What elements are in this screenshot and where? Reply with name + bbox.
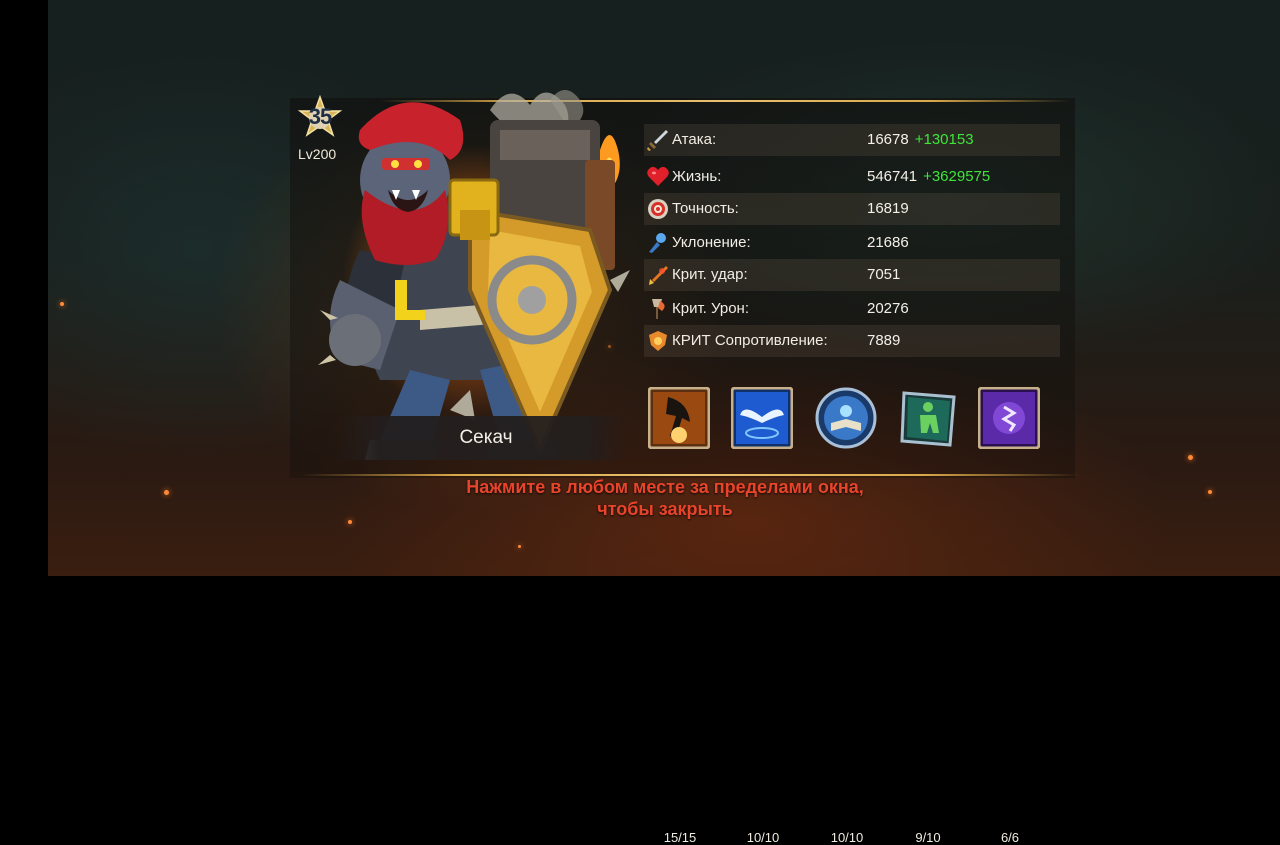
stat-value: 16819	[867, 200, 909, 217]
stat-label: Атака:	[672, 131, 717, 148]
stat-row-attack: Атака: 16678 +130153	[644, 124, 1060, 156]
winged-aura-skill-icon	[731, 387, 793, 449]
evasion-icon	[649, 233, 666, 253]
skill-slot-5[interactable]: 6/6	[975, 387, 1045, 845]
stat-row-accuracy: Точность: 16819	[644, 193, 1060, 225]
stat-bonus: +130153	[914, 131, 974, 148]
stat-label: Жизнь:	[672, 168, 722, 185]
skill-level: 9/10	[915, 830, 941, 845]
stat-bonus: +3629575	[923, 168, 991, 185]
stat-value: 7889	[867, 332, 901, 349]
sword-icon	[647, 130, 668, 151]
heart-icon	[647, 166, 669, 186]
target-icon	[648, 199, 668, 219]
book-skill-icon	[815, 387, 877, 449]
ember-particle	[518, 545, 521, 548]
stat-row-crit-strike: Крит. удар: 7051	[644, 259, 1060, 291]
stat-row-life: Жизнь: 546741 +3629575	[644, 161, 1060, 193]
ember-particle	[1188, 455, 1193, 460]
stat-label: КРИТ Сопротивление:	[672, 332, 828, 349]
stat-value: 20276	[867, 300, 909, 317]
skill-level: 6/6	[1000, 830, 1020, 845]
skill-slot-3[interactable]: 10/10	[812, 387, 882, 845]
skill-slot-1[interactable]: 15/15	[645, 387, 715, 845]
ember-particle	[348, 520, 352, 524]
stat-row-evasion: Уклонение: 21686	[644, 227, 1060, 259]
stat-value: 7051	[867, 266, 901, 283]
stat-value: 546741 +3629575	[867, 168, 991, 185]
close-hint: Нажмите в любом месте за пределами окна,…	[400, 476, 930, 520]
stat-row-crit-resist: КРИТ Сопротивление: 7889	[644, 325, 1060, 357]
rune-skill-icon	[978, 387, 1040, 449]
stat-label: Уклонение:	[672, 234, 751, 251]
axe-strike-skill-icon	[648, 387, 710, 449]
hero-name: Секач	[459, 427, 513, 448]
stat-value: 21686	[867, 234, 909, 251]
crit-resist-icon	[649, 331, 667, 351]
stat-label: Крит. удар:	[672, 266, 748, 283]
silhouette-skill-icon	[900, 391, 956, 447]
ember-particle	[164, 490, 169, 495]
skill-level: 15/15	[663, 830, 697, 845]
close-hint-line-2: чтобы закрыть	[597, 499, 733, 519]
hero-portrait	[318, 90, 630, 460]
ember-particle	[1208, 490, 1212, 494]
hero-level-label: Lv200	[298, 146, 337, 162]
skill-level: 10/10	[830, 830, 864, 845]
stat-value: 16678 +130153	[867, 131, 974, 148]
close-hint-line-1: Нажмите в любом месте за пределами окна,	[466, 477, 864, 497]
stat-label: Точность:	[672, 200, 739, 217]
ember-particle	[60, 302, 64, 306]
stat-label: Крит. Урон:	[672, 300, 749, 317]
skill-slot-4[interactable]: 9/10	[893, 387, 963, 845]
skill-slot-2[interactable]: 10/10	[728, 387, 798, 845]
stat-row-crit-damage: Крит. Урон: 20276	[644, 293, 1060, 325]
crit-strike-icon	[649, 266, 668, 285]
skill-level: 10/10	[746, 830, 780, 845]
crit-damage-icon	[652, 299, 665, 319]
hero-star-level: 35	[308, 104, 332, 129]
